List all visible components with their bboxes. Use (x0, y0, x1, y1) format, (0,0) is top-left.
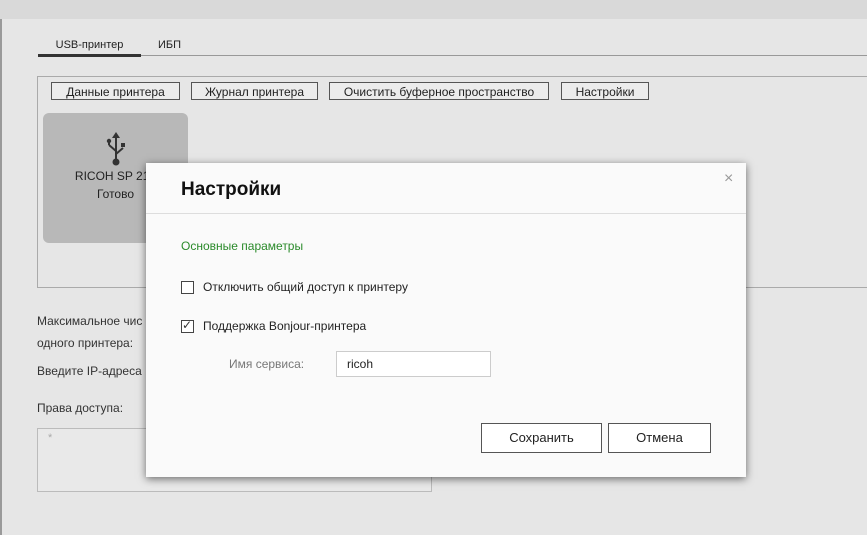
tab-usb-printer[interactable]: USB-принтер (38, 39, 141, 57)
checkmark-icon: ✓ (182, 318, 193, 332)
service-name-input[interactable]: ricoh (336, 351, 491, 377)
printer-data-button[interactable]: Данные принтера (51, 82, 180, 100)
close-icon[interactable]: × (724, 171, 733, 187)
section-heading: Основные параметры (181, 239, 304, 253)
save-button[interactable]: Сохранить (481, 423, 602, 453)
bonjour-label: Поддержка Bonjour-принтера (203, 319, 367, 333)
bonjour-checkbox[interactable]: ✓ (181, 318, 194, 333)
max-clients-label: Максимальное чис (37, 314, 143, 328)
printer-log-button[interactable]: Журнал принтера (191, 82, 318, 100)
cancel-button[interactable]: Отмена (608, 423, 711, 453)
left-edge (0, 19, 2, 535)
clear-buffer-button[interactable]: Очистить буферное пространство (329, 82, 549, 100)
settings-dialog: × Настройки Основные параметры Отключить… (146, 163, 746, 477)
rights-placeholder: * (48, 432, 53, 444)
disable-sharing-checkbox[interactable] (181, 281, 194, 294)
max-clients-label-2: одного принтера: (37, 336, 134, 350)
usb-icon (106, 132, 125, 166)
dialog-title: Настройки (181, 179, 282, 200)
settings-button[interactable]: Настройки (561, 82, 649, 100)
disable-sharing-label: Отключить общий доступ к принтеру (203, 280, 408, 294)
access-rights-label: Права доступа: (37, 401, 124, 415)
ip-address-label: Введите IP-адреса (37, 364, 142, 378)
service-name-label: Имя сервиса: (229, 357, 305, 371)
top-bar (0, 0, 867, 19)
tab-bar: USB-принтер ИБП (38, 36, 867, 57)
dialog-divider (146, 213, 746, 214)
tab-ups[interactable]: ИБП (158, 39, 181, 51)
